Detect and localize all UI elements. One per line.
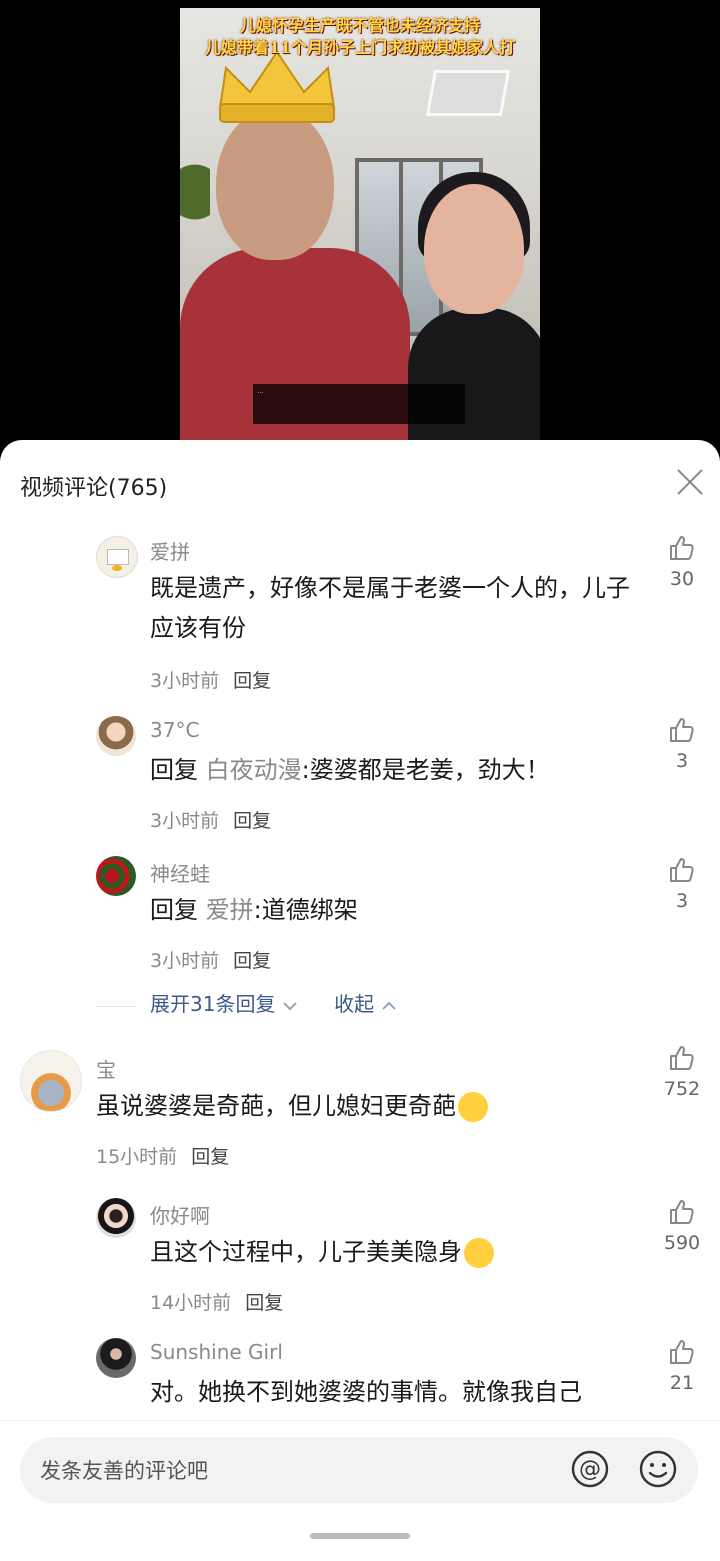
divider	[96, 1006, 136, 1007]
thumbs-up-icon	[670, 1046, 694, 1070]
username[interactable]: Sunshine Girl	[150, 1340, 283, 1364]
reply-button[interactable]: 回复	[245, 1292, 283, 1314]
comment-meta: 14小时前 回复	[150, 1288, 283, 1315]
comment-sheet: 视频评论(765) 爱拼 既是遗产，好像不是属于老婆一个人的，儿子应该有份 3小…	[0, 440, 720, 1561]
avatar[interactable]	[96, 1198, 136, 1238]
like-button[interactable]: 3	[660, 856, 704, 912]
timestamp: 15小时前	[96, 1146, 178, 1168]
comment-input-placeholder: 发条友善的评论吧	[40, 1459, 208, 1483]
avatar[interactable]	[96, 1338, 136, 1378]
woman-head	[424, 184, 524, 314]
like-button[interactable]: 21	[660, 1338, 704, 1394]
man-head	[216, 108, 334, 260]
timestamp: 3小时前	[150, 670, 220, 692]
comment-meta: 15小时前 回复	[96, 1142, 229, 1169]
username[interactable]: 宝	[96, 1054, 116, 1083]
chevron-down-icon	[283, 1001, 297, 1010]
thumbs-up-icon	[670, 718, 694, 742]
comment-text: 回复 爱拼:道德绑架	[150, 890, 640, 930]
expand-row: 展开31条回复 收起	[150, 988, 397, 1017]
expand-replies-button[interactable]: 展开31条回复	[150, 992, 298, 1016]
comment-input[interactable]: 发条友善的评论吧 @	[20, 1437, 698, 1503]
crown-sticker-icon	[218, 50, 336, 123]
comment-text: 既是遗产，好像不是属于老婆一个人的，儿子应该有份	[150, 574, 630, 642]
ceiling-light	[425, 70, 511, 116]
timestamp: 3小时前	[150, 810, 220, 832]
comment-sheet-title: 视频评论(765)	[20, 476, 168, 501]
avatar[interactable]	[96, 856, 136, 896]
video-player[interactable]: 儿媳怀孕生产既不管也未经济支持 儿媳带着11个月孙子上门求助被其娘家人打 …	[0, 0, 720, 460]
reply-target-user[interactable]: 白夜动漫	[206, 756, 302, 784]
reply-prefix: 回复	[150, 896, 198, 924]
comment-input-bar: 发条友善的评论吧 @	[0, 1420, 720, 1561]
reply-button[interactable]: 回复	[233, 810, 271, 832]
comment-text: 且这个过程中，儿子美美隐身	[150, 1232, 640, 1272]
video-frame[interactable]: 儿媳怀孕生产既不管也未经济支持 儿媳带着11个月孙子上门求助被其娘家人打 …	[180, 8, 540, 440]
username[interactable]: 你好啊	[150, 1200, 210, 1229]
reply-body: :婆婆都是老姜，劲大！	[301, 756, 550, 784]
video-caption-line2: 儿媳带着11个月孙子上门求助被其娘家人打	[204, 38, 516, 57]
smile-icon[interactable]	[638, 1449, 678, 1489]
comment-text: 对。她换不到她婆婆的事情。就像我自己	[150, 1378, 582, 1406]
video-notice: …	[253, 384, 465, 424]
avatar[interactable]	[96, 536, 138, 578]
like-count: 752	[663, 1078, 701, 1100]
timestamp: 14小时前	[150, 1292, 232, 1314]
thumbs-up-icon	[670, 1340, 694, 1364]
reply-prefix: 回复	[150, 756, 198, 784]
comment-meta: 3小时前 回复	[150, 666, 271, 693]
close-icon[interactable]	[676, 468, 704, 496]
thumbs-up-icon	[670, 1200, 694, 1224]
home-indicator[interactable]	[310, 1533, 410, 1539]
like-count: 21	[669, 1372, 695, 1394]
reply-button[interactable]: 回复	[233, 670, 271, 692]
like-count: 30	[669, 568, 695, 590]
like-count: 3	[675, 750, 689, 772]
chevron-up-icon	[381, 1001, 396, 1010]
like-button[interactable]: 752	[660, 1044, 704, 1100]
reply-body: :道德绑架	[253, 896, 358, 924]
comment-meta: 3小时前 回复	[150, 806, 271, 833]
username[interactable]: 神经蛙	[150, 858, 210, 887]
like-button[interactable]: 30	[660, 534, 704, 590]
comment-text: 虽说婆婆是奇葩，但儿媳妇更奇葩	[96, 1086, 586, 1126]
avatar[interactable]	[96, 716, 136, 756]
reply-button[interactable]: 回复	[233, 950, 271, 972]
svg-text:@: @	[579, 1457, 601, 1482]
reply-target-user[interactable]: 爱拼	[206, 896, 254, 924]
avatar[interactable]	[20, 1050, 82, 1112]
video-caption-line1: 儿媳怀孕生产既不管也未经济支持	[239, 16, 480, 35]
comment-meta: 3小时前 回复	[150, 946, 271, 973]
username[interactable]: 37°C	[150, 718, 199, 742]
username[interactable]: 爱拼	[150, 536, 190, 565]
collapse-replies-button[interactable]: 收起	[334, 992, 396, 1016]
plant	[180, 148, 210, 258]
flustered-emoji-icon	[458, 1092, 488, 1122]
crying-emoji-icon	[464, 1238, 494, 1268]
like-button[interactable]: 3	[660, 716, 704, 772]
like-count: 3	[675, 890, 689, 912]
like-button[interactable]: 590	[660, 1198, 704, 1254]
at-icon[interactable]: @	[570, 1449, 610, 1489]
thumbs-up-icon	[670, 536, 694, 560]
reply-button[interactable]: 回复	[191, 1146, 229, 1168]
timestamp: 3小时前	[150, 950, 220, 972]
like-count: 590	[663, 1232, 701, 1254]
thumbs-up-icon	[670, 858, 694, 882]
comment-text: 回复 白夜动漫:婆婆都是老姜，劲大！	[150, 750, 640, 790]
